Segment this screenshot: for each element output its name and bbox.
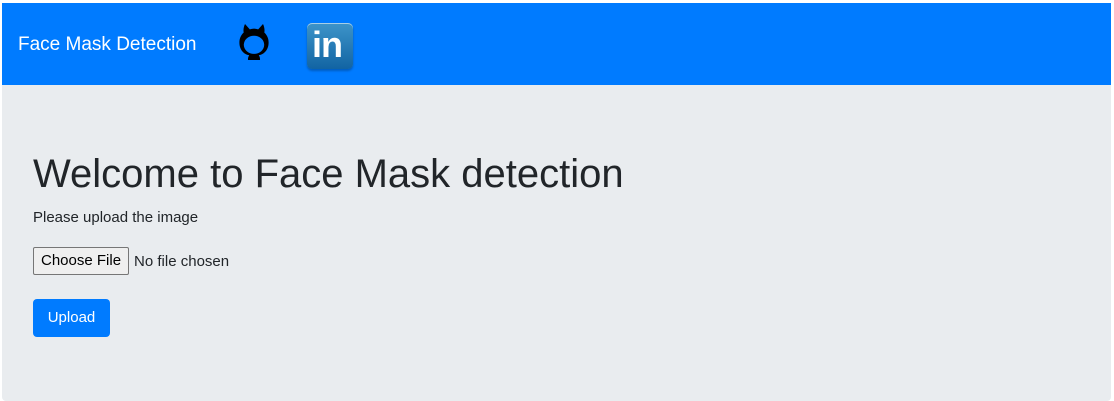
top-navbar: Face Mask Detection in: [2, 3, 1111, 85]
page-title: Welcome to Face Mask detection: [33, 152, 624, 196]
file-status: No file chosen: [134, 252, 230, 270]
welcome-panel: Welcome to Face Mask detection Please up…: [2, 85, 1111, 401]
upload-instruction: Please upload the image: [33, 209, 199, 226]
choose-file-button[interactable]: Choose File: [33, 247, 130, 275]
upload-button[interactable]: Upload: [33, 299, 110, 337]
github-icon: [236, 20, 272, 65]
navbar-brand[interactable]: Face Mask Detection: [18, 34, 196, 56]
linkedin-link[interactable]: in: [307, 23, 353, 69]
linkedin-icon: in: [312, 24, 343, 65]
page: Face Mask Detection in Welcome to Face M…: [0, 0, 1114, 401]
file-input[interactable]: Choose File No file chosen: [33, 247, 229, 275]
github-link[interactable]: [234, 21, 274, 63]
